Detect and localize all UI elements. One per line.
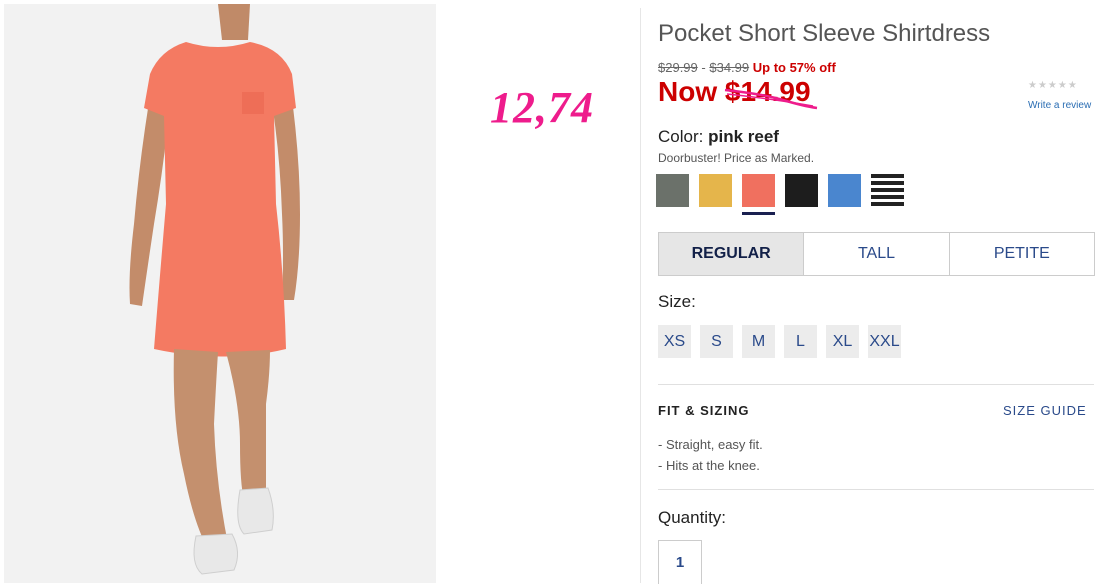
size-s-button[interactable]: S <box>700 325 733 358</box>
doorbuster-note: Doorbuster! Price as Marked. <box>658 151 815 165</box>
swatch-blue[interactable] <box>828 174 861 207</box>
color-label: Color: <box>658 127 704 146</box>
size-guide-link[interactable]: SIZE GUIDE <box>1003 403 1087 418</box>
fit-detail-item: - Hits at the knee. <box>658 458 760 473</box>
swatch-yellow[interactable] <box>699 174 732 207</box>
fit-sizing-heading: FIT & SIZING <box>658 403 750 418</box>
column-divider <box>640 8 641 583</box>
product-title: Pocket Short Sleeve Shirtdress <box>658 20 991 47</box>
sale-price: Now $14.99 <box>658 76 818 110</box>
fit-detail-item: - Straight, easy fit. <box>658 437 763 452</box>
quantity-label: Quantity: <box>658 508 727 527</box>
tab-regular[interactable]: REGULAR <box>659 233 804 275</box>
divider <box>658 489 1094 490</box>
now-label: Now <box>658 76 718 107</box>
model-illustration <box>129 4 300 575</box>
size-xl-button[interactable]: XL <box>826 325 859 358</box>
original-price-high: $34.99 <box>709 60 750 75</box>
size-l-button[interactable]: L <box>784 325 817 358</box>
fit-tabs: REGULAR TALL PETITE <box>658 232 1095 276</box>
size-options: XS S M L XL XXL <box>658 325 901 358</box>
tab-tall[interactable]: TALL <box>803 233 948 275</box>
fit-details-list: - Straight, easy fit. - Hits at the knee… <box>658 434 763 476</box>
color-row: Color: pink reef <box>658 127 779 147</box>
divider <box>658 384 1094 385</box>
write-review-link[interactable]: Write a review <box>1028 100 1091 111</box>
swatch-pink-reef[interactable] <box>742 174 775 215</box>
swatch-green-gray[interactable] <box>656 174 689 207</box>
handwritten-price-annotation: 12,74 <box>490 83 594 132</box>
price-separator: - <box>701 60 706 75</box>
swatch-black[interactable] <box>785 174 818 207</box>
pink-strikethrough-mark <box>724 88 818 110</box>
discount-label: Up to 57% off <box>752 60 836 75</box>
original-prices: $29.99 - $34.99 Up to 57% off <box>658 60 836 75</box>
size-xxl-button[interactable]: XXL <box>868 325 901 358</box>
size-label: Size: <box>658 292 696 311</box>
original-price-low: $29.99 <box>658 60 698 75</box>
selected-color-name: pink reef <box>708 127 779 146</box>
size-xs-button[interactable]: XS <box>658 325 691 358</box>
product-image[interactable] <box>4 4 436 583</box>
color-swatches <box>656 174 904 215</box>
quantity-input[interactable]: 1 <box>658 540 702 584</box>
rating-stars: ★★★★★ <box>1028 80 1078 91</box>
swatch-stripe[interactable] <box>871 174 904 207</box>
size-m-button[interactable]: M <box>742 325 775 358</box>
tab-petite[interactable]: PETITE <box>948 233 1094 275</box>
